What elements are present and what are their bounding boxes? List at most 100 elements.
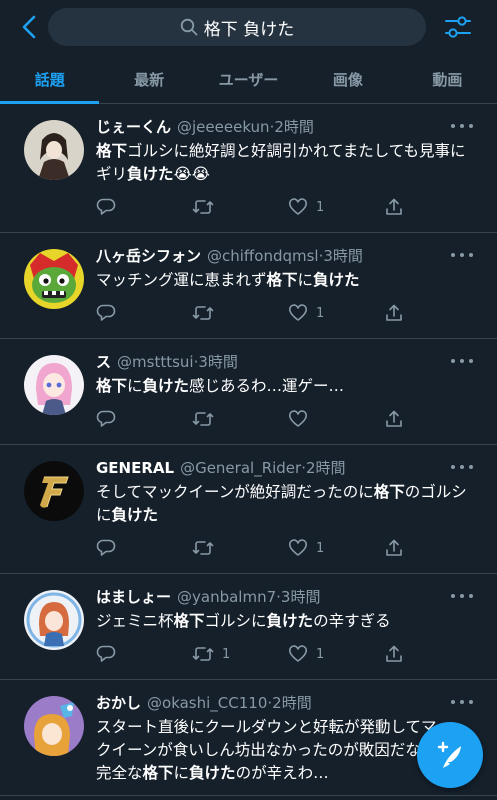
reply-icon [96, 539, 116, 556]
tweet-author-handle: @yanbalmn7·3時間 [177, 588, 321, 606]
tweet[interactable]: 八ヶ岳シフォン @chiffondqmsl·3時間 マッチング運に恵まれず格下に… [0, 233, 497, 339]
tweet-author-handle: @chiffondqmsl·3時間 [207, 247, 363, 265]
tweet-text: ジェミニ杯格下ゴルシに負けたの辛すぎる [96, 612, 391, 630]
tweet-feed: じぇーくん @jeeeeekun·2時間 格下ゴルシに絶好調と好調引かれてまたし… [0, 104, 497, 796]
tweet-actions [96, 404, 481, 434]
reply-button[interactable] [96, 409, 192, 429]
retweet-icon [192, 541, 214, 555]
tweet[interactable]: GENERAL @General_Rider·2時間 そしてマックイーンが絶好調… [0, 445, 497, 574]
tab-videos[interactable]: 動画 [398, 56, 497, 103]
share-icon [386, 304, 402, 321]
reply-icon [96, 304, 116, 321]
heart-icon [289, 645, 307, 662]
share-button[interactable] [384, 409, 404, 429]
share-icon [386, 410, 402, 427]
retweet-icon [192, 647, 214, 661]
like-button[interactable] [288, 409, 384, 429]
like-button[interactable]: 1 [288, 644, 384, 664]
search-header: 格下 負けた [0, 0, 497, 56]
tweet-actions: 1 [96, 298, 481, 328]
like-count: 1 [316, 305, 325, 321]
tweet[interactable]: じぇーくん @jeeeeekun·2時間 格下ゴルシに絶好調と好調引かれてまたし… [0, 104, 497, 233]
more-options-icon[interactable] [451, 120, 473, 132]
back-button[interactable] [14, 12, 44, 42]
share-icon [386, 539, 402, 556]
heart-icon [289, 304, 307, 321]
more-options-icon[interactable] [451, 590, 473, 602]
search-query: 格下 負けた [203, 19, 295, 40]
tab-latest[interactable]: 最新 [99, 56, 198, 103]
retweet-button[interactable]: 1 [192, 644, 288, 664]
share-icon [386, 645, 402, 662]
tweet[interactable]: ス @mstttsui·3時間 格下に負けた感じあるわ…運ゲー… [0, 339, 497, 445]
tweet-text: 格下に負けた感じあるわ…運ゲー… [96, 377, 345, 395]
like-count: 1 [316, 646, 325, 662]
avatar[interactable] [24, 696, 84, 756]
tweet-author-handle: @jeeeeekun·2時間 [177, 118, 314, 136]
tweet-actions: 1 [96, 192, 481, 222]
tweet-actions: 1 [96, 533, 481, 563]
heart-icon [289, 410, 307, 427]
reply-button[interactable] [96, 197, 192, 217]
tab-top[interactable]: 話題 [0, 56, 100, 104]
retweet-icon [192, 200, 214, 214]
feather-compose-icon [437, 741, 461, 768]
retweet-icon [192, 412, 214, 426]
search-tabs: 話題 最新 ユーザー 画像 動画 [0, 56, 497, 104]
like-button[interactable]: 1 [288, 197, 384, 217]
tweet-author-name[interactable]: じぇーくん [96, 116, 171, 137]
more-options-icon[interactable] [451, 249, 473, 261]
retweet-button[interactable] [192, 538, 288, 558]
heart-icon [289, 198, 307, 215]
search-icon [180, 18, 198, 36]
share-button[interactable] [384, 538, 404, 558]
reply-button[interactable] [96, 303, 192, 323]
like-count: 1 [316, 540, 325, 556]
heart-icon [289, 539, 307, 556]
tweet-text: マッチング運に恵まれず格下に負けた [96, 271, 360, 289]
reply-button[interactable] [96, 538, 192, 558]
retweet-count: 1 [222, 646, 231, 662]
avatar[interactable] [24, 120, 84, 180]
tweet[interactable]: はましょー @yanbalmn7·3時間 ジェミニ杯格下ゴルシに負けたの辛すぎる… [0, 574, 497, 680]
back-arrow-icon [22, 15, 36, 39]
tweet-actions: 1 1 [96, 639, 481, 669]
tweet-author-name[interactable]: はましょー [96, 586, 171, 607]
avatar[interactable] [24, 461, 84, 521]
search-filter-button[interactable] [442, 12, 474, 42]
reply-icon [96, 198, 116, 215]
like-button[interactable]: 1 [288, 303, 384, 323]
tweet-text: そしてマックイーンが絶好調だったのに格下のゴルシに負けた [96, 483, 467, 524]
tweet-author-name[interactable]: 八ヶ岳シフォン [96, 245, 201, 266]
tweet-author-name[interactable]: おかし [96, 692, 141, 713]
more-options-icon[interactable] [451, 461, 473, 473]
tweet-text: 格下ゴルシに絶好調と好調引かれてまたしても見事にギリ負けた😭😭 [96, 142, 466, 183]
tweet-author-name[interactable]: GENERAL [96, 459, 174, 477]
retweet-button[interactable] [192, 197, 288, 217]
avatar[interactable] [24, 590, 84, 650]
avatar[interactable] [24, 249, 84, 309]
share-button[interactable] [384, 197, 404, 217]
tweet-author-handle: @mstttsui·3時間 [117, 353, 238, 371]
like-button[interactable]: 1 [288, 538, 384, 558]
share-icon [386, 198, 402, 215]
like-count: 1 [316, 199, 325, 215]
more-options-icon[interactable] [451, 696, 473, 708]
sliders-icon [445, 16, 471, 38]
reply-icon [96, 410, 116, 427]
avatar[interactable] [24, 355, 84, 415]
reply-icon [96, 645, 116, 662]
retweet-button[interactable] [192, 409, 288, 429]
retweet-button[interactable] [192, 303, 288, 323]
retweet-icon [192, 306, 214, 320]
tab-users[interactable]: ユーザー [199, 56, 298, 103]
share-button[interactable] [384, 303, 404, 323]
compose-tweet-button[interactable] [417, 722, 483, 788]
tweet-author-name[interactable]: ス [96, 351, 111, 372]
reply-button[interactable] [96, 644, 192, 664]
more-options-icon[interactable] [451, 355, 473, 367]
share-button[interactable] [384, 644, 404, 664]
tab-images[interactable]: 画像 [298, 56, 397, 103]
tweet-author-handle: @okashi_CC110·2時間 [147, 694, 312, 712]
search-input[interactable]: 格下 負けた [48, 8, 426, 46]
